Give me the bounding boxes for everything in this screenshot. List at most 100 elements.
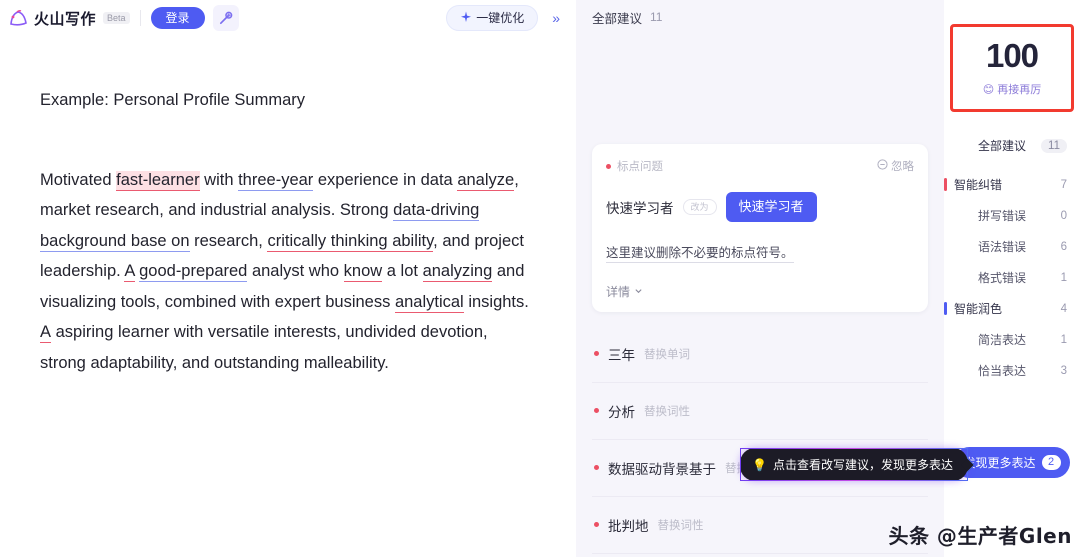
suggestion-card-header: 标点问题 忽略 <box>606 158 914 174</box>
text-run: with <box>199 170 239 189</box>
score-card: 100 😊 再接再厉 <box>950 24 1074 112</box>
category-count: 0 <box>1060 209 1067 222</box>
document-area[interactable]: Example: Personal Profile Summary Motiva… <box>0 36 576 557</box>
severity-dot-icon <box>594 522 599 528</box>
category-count: 1 <box>1060 271 1067 284</box>
sparkle-icon <box>460 11 472 25</box>
sidebar-item-grammar-errors[interactable]: 语法错误 6 <box>944 231 1080 262</box>
document-body[interactable]: Motivated fast-learner with three-year e… <box>40 165 532 379</box>
discover-count-badge: 2 <box>1041 455 1061 470</box>
text-run: insights. <box>463 292 529 311</box>
lightbulb-icon: 💡 <box>752 457 767 472</box>
app-root: 火山写作 Beta 登录 一键优化 » Example: Personal Pr… <box>0 0 1080 557</box>
sidebar-item-smart-correction[interactable]: 智能纠错 7 <box>944 169 1080 200</box>
category-label: 拼写错误 <box>978 209 1027 223</box>
severity-dot-icon <box>594 408 599 414</box>
category-count: 1 <box>1060 333 1067 346</box>
category-label: 智能纠错 <box>954 178 1003 192</box>
suggestion-detail-toggle[interactable]: 详情 <box>606 283 914 300</box>
sidebar-item-smart-polish[interactable]: 智能润色 4 <box>944 293 1080 324</box>
suggestions-header: 全部建议 11 <box>576 0 944 34</box>
category-label: 简洁表达 <box>978 333 1027 347</box>
optimize-label: 一键优化 <box>476 11 525 25</box>
detail-label: 详情 <box>606 284 631 299</box>
discover-label: 发现更多表达 <box>963 456 1036 470</box>
top-toolbar: 火山写作 Beta 登录 一键优化 » <box>0 0 576 36</box>
volcano-logo-icon <box>8 8 30 28</box>
suggestions-header-label: 全部建议 <box>592 11 643 26</box>
editor-pane: 火山写作 Beta 登录 一键优化 » Example: Personal Pr… <box>0 0 576 557</box>
one-click-optimize-button[interactable]: 一键优化 <box>446 5 539 31</box>
collapse-panel-button[interactable]: » <box>546 8 566 28</box>
suggestion-type-label: 标点问题 <box>617 161 663 173</box>
category-count: 3 <box>1060 364 1067 377</box>
apply-replacement-button[interactable]: 快速学习者 <box>725 192 817 222</box>
category-accent-bar <box>944 302 947 315</box>
text-run: experience in data <box>313 170 458 189</box>
sidebar-item-format-errors[interactable]: 格式错误 1 <box>944 262 1080 293</box>
sidebar-item-appropriate-expression[interactable]: 恰当表达 3 <box>944 355 1080 386</box>
sidebar-item-spelling-errors[interactable]: 拼写错误 0 <box>944 200 1080 231</box>
original-text: 快速学习者 <box>606 200 674 216</box>
list-item[interactable]: 分析 替换词性 <box>592 383 928 440</box>
beta-badge: Beta <box>103 12 130 24</box>
list-item[interactable]: 三年 替换单词 <box>592 326 928 383</box>
text-run: analyst who <box>247 262 344 281</box>
marked-good-prepared[interactable]: good-prepared <box>139 262 248 283</box>
score-caption-text: 再接再厉 <box>997 84 1042 96</box>
severity-dot-icon <box>606 163 611 169</box>
suggestion-type-tag: 标点问题 <box>606 158 663 174</box>
category-label: 智能润色 <box>954 302 1003 316</box>
category-label: 恰当表达 <box>978 364 1027 378</box>
brand-logo: 火山写作 Beta <box>8 8 130 29</box>
category-label: 全部建议 <box>978 139 1027 153</box>
score-caption: 😊 再接再厉 <box>953 81 1071 97</box>
login-button[interactable]: 登录 <box>150 7 205 29</box>
document-title: Example: Personal Profile Summary <box>40 91 306 109</box>
marked-three-year[interactable]: three-year <box>238 170 314 191</box>
ignore-label: 忽略 <box>891 161 914 173</box>
marked-analyzing[interactable]: analyzing <box>422 262 493 283</box>
category-accent-bar <box>944 178 947 191</box>
chevron-down-icon <box>634 284 643 298</box>
marked-article-a-2[interactable]: A <box>40 323 52 344</box>
circle-minus-icon <box>877 159 888 173</box>
category-count: 7 <box>1060 178 1067 191</box>
suggestion-items: 三年 替换单词 分析 替换词性 数据驱动背景基于 替换词组 批判地 替换词性 <box>592 326 928 554</box>
suggestion-word: 三年 <box>608 347 635 363</box>
marked-know[interactable]: know <box>343 262 383 283</box>
category-count: 6 <box>1060 240 1067 253</box>
marked-article-a-1[interactable]: A <box>124 262 135 283</box>
magic-wand-icon[interactable] <box>212 5 239 31</box>
suggestions-header-count: 11 <box>650 10 663 24</box>
marked-analytical[interactable]: analytical <box>394 292 464 313</box>
suggestion-word: 分析 <box>608 404 635 420</box>
score-number: 100 <box>985 37 1039 74</box>
text-run: Motivated <box>40 170 117 189</box>
hint-tooltip: 💡 点击查看改写建议，发现更多表达 <box>740 448 976 481</box>
suggestion-explanation: 这里建议删除不必要的标点符号。 <box>606 242 794 263</box>
watermark: 头条 @生产者Glen <box>888 524 1072 548</box>
category-label: 格式错误 <box>978 271 1027 285</box>
suggestion-kind: 替换单词 <box>644 348 690 361</box>
severity-dot-icon <box>594 465 599 471</box>
suggestion-word: 批判地 <box>608 518 649 534</box>
sidebar-item-concise-expression[interactable]: 简洁表达 1 <box>944 324 1080 355</box>
marked-critically-thinking[interactable]: critically thinking ability <box>267 231 434 252</box>
suggestion-word: 数据驱动背景基于 <box>608 461 716 477</box>
severity-dot-icon <box>594 351 599 357</box>
replace-arrow-pill: 改为 <box>682 198 717 216</box>
score-value: 100 <box>981 37 1043 74</box>
suggestion-replacement-row: 快速学习者 改为 快速学习者 <box>606 192 914 222</box>
sidebar-item-all-suggestions[interactable]: 全部建议 11 <box>944 130 1080 161</box>
list-item[interactable]: 批判地 替换词性 <box>592 497 928 554</box>
text-run: research, <box>189 231 268 250</box>
suggestion-card[interactable]: 标点问题 忽略 快速学习者 改为 快速学习者 这里建议删除不必要的标点符号。 详… <box>592 144 928 312</box>
ignore-suggestion-button[interactable]: 忽略 <box>877 158 914 174</box>
category-count: 4 <box>1060 302 1067 315</box>
category-count: 11 <box>1041 138 1067 153</box>
marked-analyze[interactable]: analyze <box>457 170 515 191</box>
marked-fast-learner[interactable]: fast-learner <box>116 170 200 191</box>
suggestion-kind: 替换词性 <box>657 519 704 532</box>
suggestion-kind: 替换词性 <box>644 405 690 418</box>
